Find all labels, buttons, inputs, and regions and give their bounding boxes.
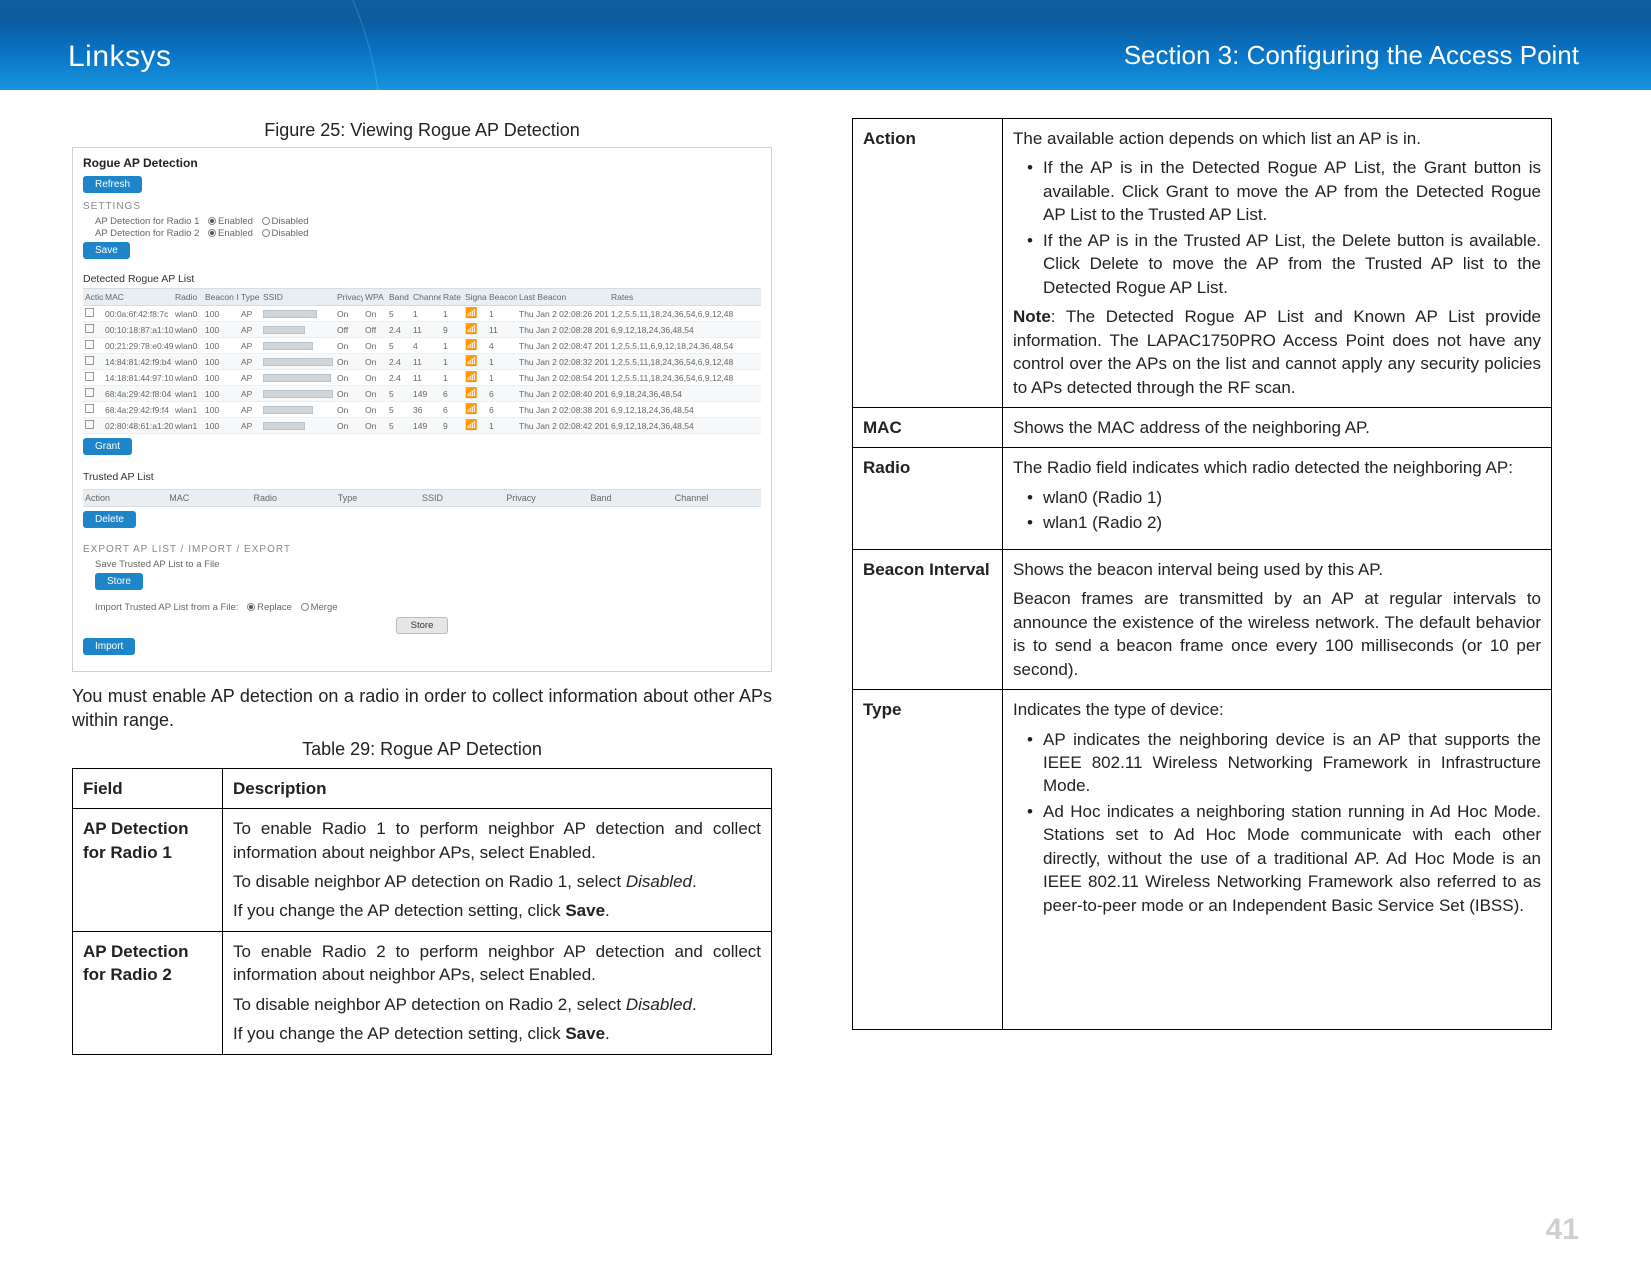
trusted-table-header: ActionMACRadioTypeSSIDPrivacyBandChannel bbox=[83, 489, 761, 507]
store-file-button[interactable]: Store bbox=[396, 617, 449, 634]
signal-icon: 📶 bbox=[465, 308, 477, 319]
radio-icon[interactable] bbox=[301, 603, 309, 611]
table-header-desc: Description bbox=[223, 768, 772, 808]
col-header: Type bbox=[338, 493, 422, 503]
checkbox-icon[interactable] bbox=[85, 404, 94, 413]
setting-radio1: AP Detection for Radio 1 Enabled Disable… bbox=[95, 216, 761, 227]
col-header: MAC bbox=[169, 493, 253, 503]
radio-icon[interactable] bbox=[208, 229, 216, 237]
detected-rogue-table: ActionMACRadioBeacon Int.TypeSSIDPrivacy… bbox=[83, 288, 761, 434]
export-heading: EXPORT AP LIST / IMPORT / EXPORT bbox=[83, 544, 761, 555]
desc-cell: To enable Radio 2 to perform neighbor AP… bbox=[223, 931, 772, 1054]
delete-button[interactable]: Delete bbox=[83, 511, 136, 528]
table-row: 00:21:29:78:e0:49wlan0100APOnOn541📶4Thu … bbox=[83, 338, 761, 354]
col-header: Privacy bbox=[335, 289, 363, 306]
col-header: Channel bbox=[675, 493, 759, 503]
table-row: 02:80:48:61:a1:20wlan1100APOnOn51499📶1Th… bbox=[83, 418, 761, 434]
checkbox-icon[interactable] bbox=[85, 324, 94, 333]
col-header: Band bbox=[387, 289, 411, 306]
col-header: Signal bbox=[463, 289, 487, 306]
table-row: 14:84:81:42:f9:b4wlan0100APOnOn2.4111📶1T… bbox=[83, 354, 761, 370]
col-header: SSID bbox=[422, 493, 506, 503]
setting-radio2: AP Detection for Radio 2 Enabled Disable… bbox=[95, 228, 761, 239]
col-header: Type bbox=[239, 289, 261, 306]
desc-cell-type: Indicates the type of device: AP indicat… bbox=[1003, 690, 1552, 1030]
settings-heading: SETTINGS bbox=[83, 201, 761, 212]
signal-icon: 📶 bbox=[465, 388, 477, 399]
col-header: Channel bbox=[411, 289, 441, 306]
col-header: Rates bbox=[609, 289, 761, 306]
field-cell-action: Action bbox=[853, 119, 1003, 408]
col-header: SSID bbox=[261, 289, 335, 306]
trusted-list-title: Trusted AP List bbox=[83, 471, 761, 483]
import-button[interactable]: Import bbox=[83, 638, 135, 655]
col-header: Radio bbox=[173, 289, 203, 306]
signal-icon: 📶 bbox=[465, 356, 477, 367]
radio-icon[interactable] bbox=[208, 217, 216, 225]
brand-name: Linksys bbox=[68, 40, 172, 74]
radio-icon[interactable] bbox=[247, 603, 255, 611]
desc-cell-mac: Shows the MAC address of the neighboring… bbox=[1003, 407, 1552, 447]
table-caption: Table 29: Rogue AP Detection bbox=[72, 739, 772, 760]
col-header: Band bbox=[591, 493, 675, 503]
radio-icon[interactable] bbox=[262, 229, 270, 237]
save-button[interactable]: Save bbox=[83, 242, 130, 259]
col-header: WPA bbox=[363, 289, 387, 306]
col-header: Radio bbox=[254, 493, 338, 503]
col-header: Beacon Int. bbox=[203, 289, 239, 306]
table-row: 68:4a:29:42:f9:f4wlan1100APOnOn5366📶6Thu… bbox=[83, 402, 761, 418]
signal-icon: 📶 bbox=[465, 372, 477, 383]
table-row: 68:4a:29:42:f8:04wlan1100APOnOn51496📶6Th… bbox=[83, 386, 761, 402]
col-header: Action bbox=[85, 493, 169, 503]
section-title: Section 3: Configuring the Access Point bbox=[1124, 40, 1579, 71]
desc-cell: To enable Radio 1 to perform neighbor AP… bbox=[223, 809, 772, 932]
grant-button[interactable]: Grant bbox=[83, 438, 132, 455]
radio-icon[interactable] bbox=[262, 217, 270, 225]
field-cell-beacon: Beacon Interval bbox=[853, 549, 1003, 689]
table-row: 14:18:81:44:97:10wlan0100APOnOn2.4111📶1T… bbox=[83, 370, 761, 386]
intro-paragraph: You must enable AP detection on a radio … bbox=[72, 684, 772, 733]
col-header: Privacy bbox=[506, 493, 590, 503]
col-header: Beacons bbox=[487, 289, 517, 306]
field-cell-radio: Radio bbox=[853, 448, 1003, 549]
checkbox-icon[interactable] bbox=[85, 388, 94, 397]
desc-cell-beacon: Shows the beacon interval being used by … bbox=[1003, 549, 1552, 689]
header-banner: Linksys Section 3: Configuring the Acces… bbox=[0, 0, 1651, 90]
save-trusted-label: Save Trusted AP List to a File bbox=[95, 559, 761, 570]
col-header: Rate bbox=[441, 289, 463, 306]
store-button[interactable]: Store bbox=[95, 573, 143, 590]
checkbox-icon[interactable] bbox=[85, 308, 94, 317]
table-row: 00:0a:6f:42:f8:7cwlan0100APOnOn511📶1Thu … bbox=[83, 306, 761, 322]
checkbox-icon[interactable] bbox=[85, 340, 94, 349]
figure-caption: Figure 25: Viewing Rogue AP Detection bbox=[72, 120, 772, 141]
import-row: Import Trusted AP List from a File: Repl… bbox=[95, 602, 761, 613]
field-cell: AP Detection for Radio 2 bbox=[73, 931, 223, 1054]
detected-list-title: Detected Rogue AP List bbox=[83, 273, 761, 285]
table-header-field: Field bbox=[73, 768, 223, 808]
checkbox-icon[interactable] bbox=[85, 356, 94, 365]
field-cell: AP Detection for Radio 1 bbox=[73, 809, 223, 932]
refresh-button[interactable]: Refresh bbox=[83, 176, 142, 193]
signal-icon: 📶 bbox=[465, 340, 477, 351]
table-row: 00:10:18:87:a1:10wlan0100APOffOff2.4119📶… bbox=[83, 322, 761, 338]
desc-cell-action: The available action depends on which li… bbox=[1003, 119, 1552, 408]
col-header: Action bbox=[83, 289, 103, 306]
field-description-table: Action The available action depends on w… bbox=[852, 118, 1552, 1030]
field-cell-type: Type bbox=[853, 690, 1003, 1030]
col-header: Last Beacon bbox=[517, 289, 609, 306]
col-header: MAC bbox=[103, 289, 173, 306]
table-29: Field Description AP Detection for Radio… bbox=[72, 768, 772, 1055]
desc-cell-radio: The Radio field indicates which radio de… bbox=[1003, 448, 1552, 549]
signal-icon: 📶 bbox=[465, 404, 477, 415]
screenshot-rogue-ap: Rogue AP Detection Refresh SETTINGS AP D… bbox=[72, 147, 772, 672]
signal-icon: 📶 bbox=[465, 420, 477, 431]
field-cell-mac: MAC bbox=[853, 407, 1003, 447]
signal-icon: 📶 bbox=[465, 324, 477, 335]
checkbox-icon[interactable] bbox=[85, 420, 94, 429]
page-number: 41 bbox=[1546, 1213, 1579, 1247]
checkbox-icon[interactable] bbox=[85, 372, 94, 381]
screenshot-title: Rogue AP Detection bbox=[83, 156, 761, 170]
